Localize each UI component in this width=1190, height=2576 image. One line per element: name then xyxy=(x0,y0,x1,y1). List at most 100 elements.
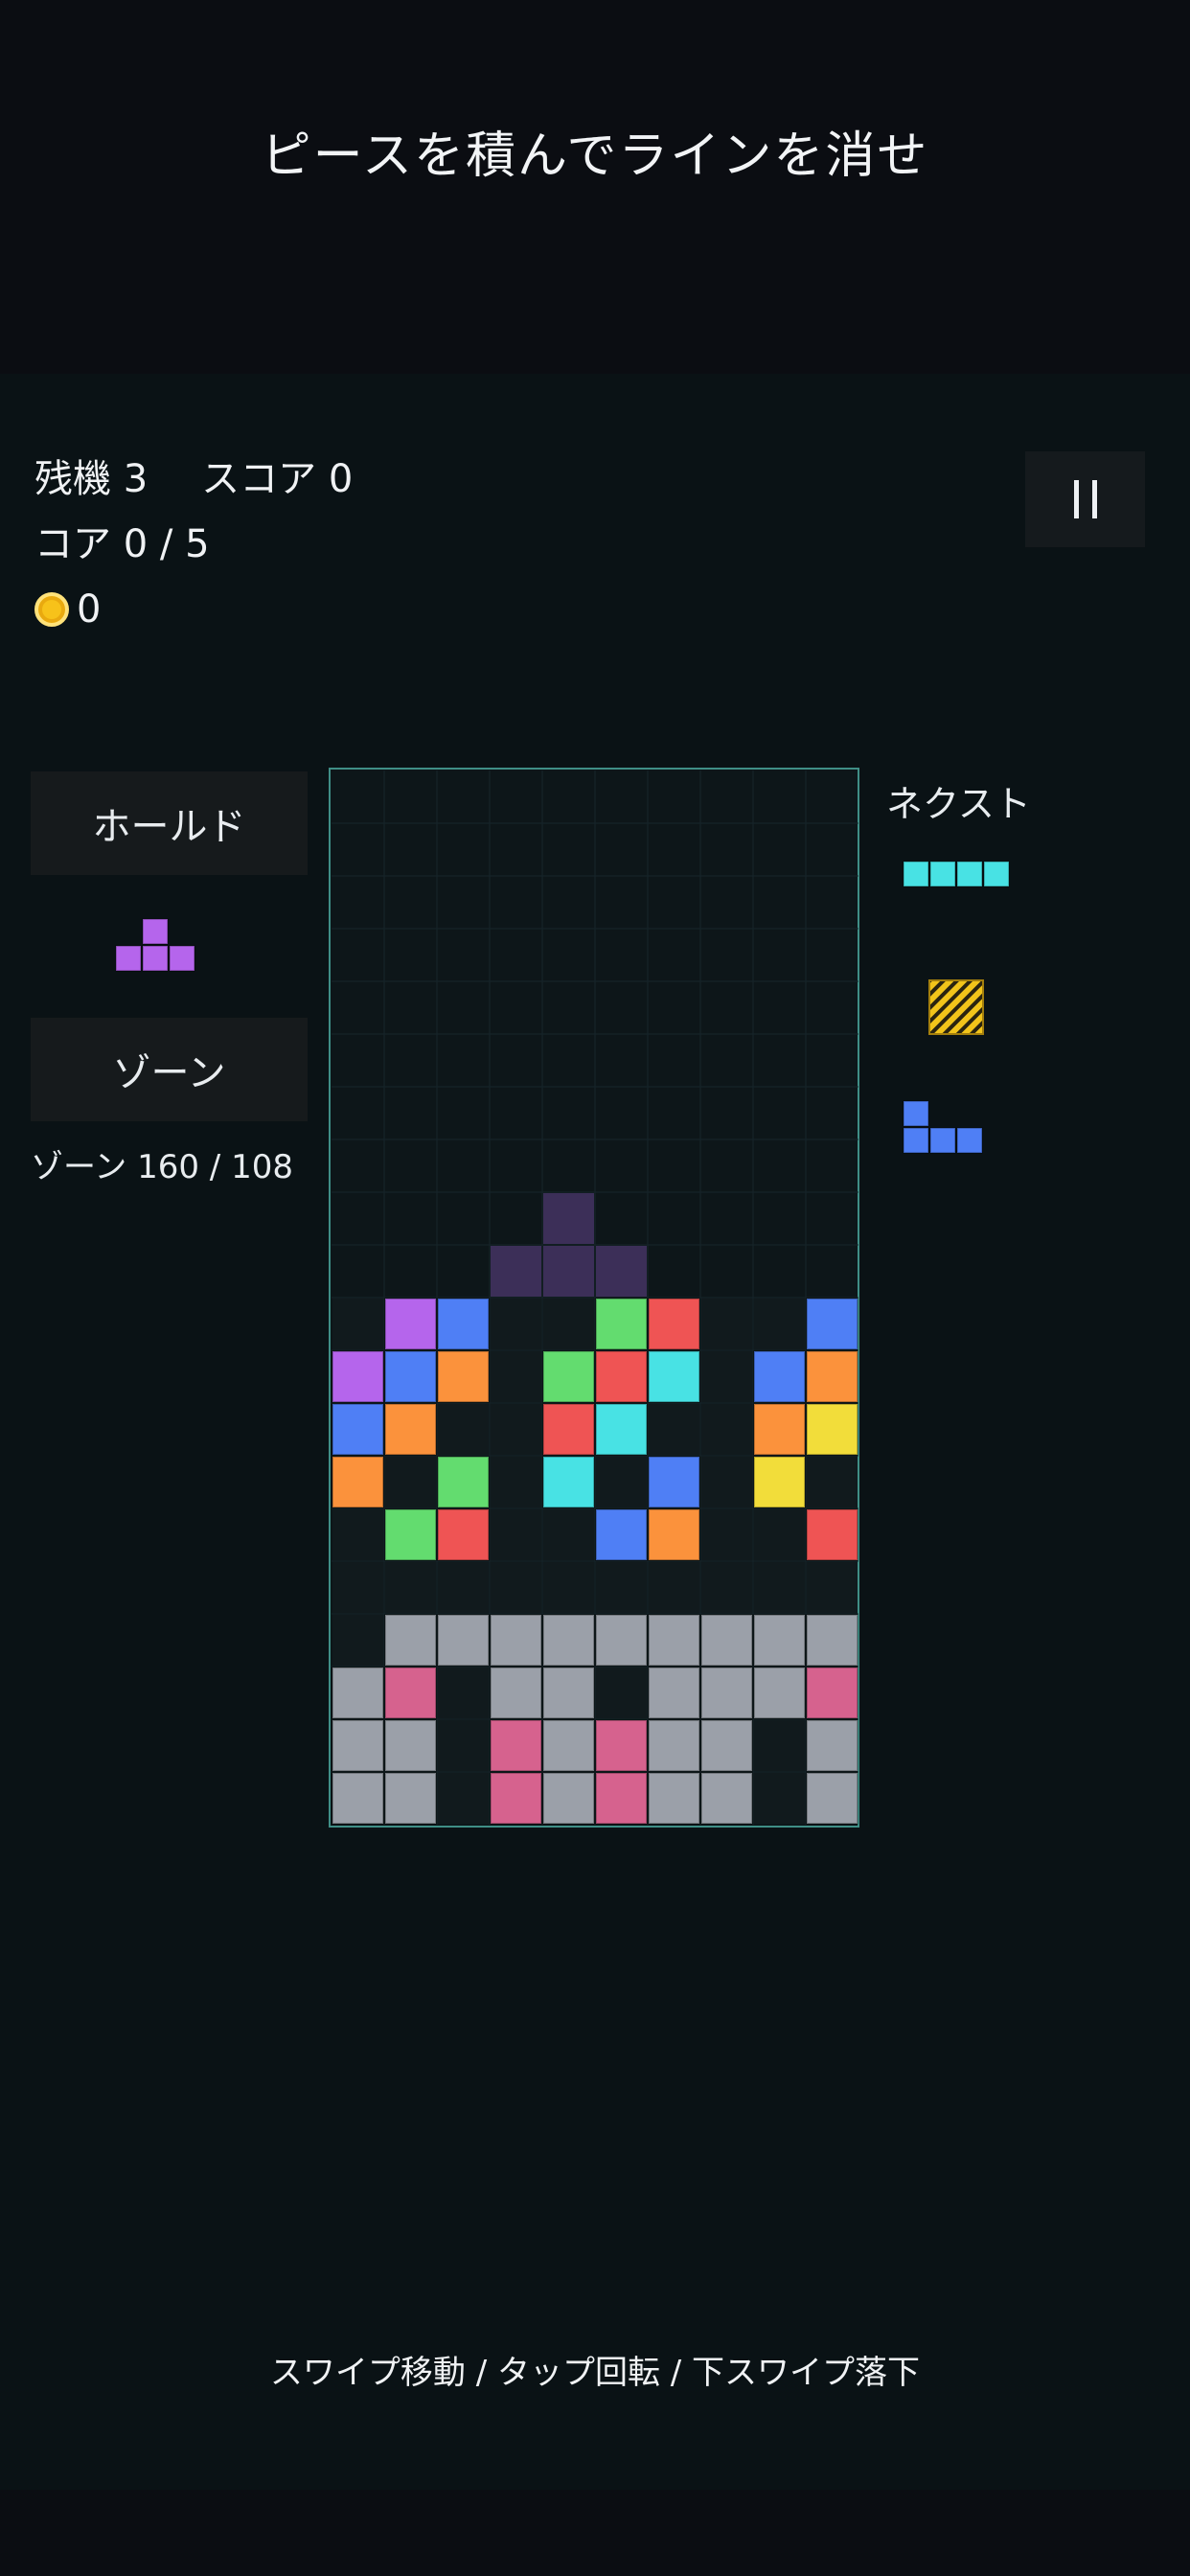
block xyxy=(807,1720,858,1771)
empty-dark-cell xyxy=(649,1562,699,1613)
block xyxy=(385,1299,436,1349)
mini-block xyxy=(983,861,1010,887)
core-label: コア 0 / 5 xyxy=(34,522,210,566)
zone-button[interactable]: ゾーン xyxy=(31,1018,308,1121)
block xyxy=(543,1773,594,1824)
block xyxy=(807,1615,858,1666)
empty-dark-cell xyxy=(543,1299,594,1349)
empty-dark-cell xyxy=(438,1668,489,1718)
empty-dark-cell xyxy=(385,1562,436,1613)
block xyxy=(491,1668,541,1718)
block xyxy=(701,1615,752,1666)
block xyxy=(543,1457,594,1507)
empty-dark-cell xyxy=(332,1615,383,1666)
block xyxy=(596,1404,647,1455)
block xyxy=(491,1615,541,1666)
mini-block xyxy=(929,861,956,887)
next-piece-2-special xyxy=(928,979,984,1035)
block xyxy=(754,1351,805,1402)
block xyxy=(596,1615,647,1666)
mini-block xyxy=(169,945,195,972)
block xyxy=(596,1773,647,1824)
top-header xyxy=(0,0,1190,374)
block xyxy=(438,1509,489,1560)
block xyxy=(543,1351,594,1402)
mini-block xyxy=(903,861,929,887)
mini-block xyxy=(142,945,169,972)
block xyxy=(543,1615,594,1666)
block xyxy=(596,1299,647,1349)
block xyxy=(807,1351,858,1402)
ghost-piece-block xyxy=(543,1193,594,1244)
block xyxy=(385,1509,436,1560)
lives-label: 残機 3 xyxy=(34,457,149,501)
block xyxy=(596,1509,647,1560)
pause-button[interactable] xyxy=(1025,451,1145,547)
block xyxy=(807,1509,858,1560)
empty-dark-cell xyxy=(491,1457,541,1507)
block xyxy=(649,1457,699,1507)
empty-dark-cell xyxy=(701,1562,752,1613)
block xyxy=(649,1615,699,1666)
block xyxy=(701,1668,752,1718)
empty-dark-cell xyxy=(491,1351,541,1402)
stats-row: 残機 3 スコア 0 xyxy=(34,447,353,512)
next-piece-1 xyxy=(903,861,1010,887)
block xyxy=(438,1615,489,1666)
block xyxy=(754,1404,805,1455)
empty-dark-cell xyxy=(754,1562,805,1613)
block xyxy=(385,1351,436,1402)
game-board[interactable] xyxy=(329,768,859,1828)
block xyxy=(649,1773,699,1824)
block xyxy=(385,1668,436,1718)
hold-button[interactable]: ホールド xyxy=(31,771,308,875)
next-piece-3 xyxy=(903,1100,983,1154)
block xyxy=(385,1615,436,1666)
block xyxy=(543,1404,594,1455)
block xyxy=(332,1457,383,1507)
block xyxy=(543,1720,594,1771)
block xyxy=(754,1457,805,1507)
empty-dark-cell xyxy=(754,1299,805,1349)
empty-dark-cell xyxy=(807,1457,858,1507)
block xyxy=(332,1720,383,1771)
empty-dark-cell xyxy=(438,1720,489,1771)
score-label: スコア 0 xyxy=(201,457,354,501)
block xyxy=(332,1668,383,1718)
mini-block xyxy=(142,918,169,945)
empty-dark-cell xyxy=(754,1720,805,1771)
hold-piece-preview xyxy=(115,918,195,972)
pause-icon-bar xyxy=(1091,480,1097,518)
special-block xyxy=(928,979,984,1035)
empty-dark-cell xyxy=(543,1562,594,1613)
empty-dark-cell xyxy=(701,1351,752,1402)
empty-dark-cell xyxy=(649,1404,699,1455)
block xyxy=(596,1720,647,1771)
empty-dark-cell xyxy=(701,1299,752,1349)
block xyxy=(649,1509,699,1560)
block xyxy=(491,1773,541,1824)
pause-icon xyxy=(1073,480,1079,518)
block xyxy=(701,1720,752,1771)
empty-dark-cell xyxy=(438,1773,489,1824)
next-label: ネクスト xyxy=(886,783,1031,825)
block xyxy=(332,1773,383,1824)
block xyxy=(332,1404,383,1455)
empty-dark-cell xyxy=(332,1299,383,1349)
empty-dark-cell xyxy=(491,1509,541,1560)
ghost-piece-block xyxy=(491,1246,541,1297)
block xyxy=(649,1299,699,1349)
block xyxy=(438,1299,489,1349)
ghost-piece-block xyxy=(596,1246,647,1297)
empty-dark-cell xyxy=(491,1404,541,1455)
block xyxy=(438,1351,489,1402)
block xyxy=(649,1351,699,1402)
empty-dark-cell xyxy=(385,1457,436,1507)
board-grid xyxy=(332,770,858,1825)
zone-status: ゾーン 160 / 108 xyxy=(31,1148,293,1186)
block xyxy=(491,1720,541,1771)
block xyxy=(807,1668,858,1718)
empty-dark-cell xyxy=(438,1562,489,1613)
block xyxy=(807,1404,858,1455)
coin-icon xyxy=(34,592,69,627)
